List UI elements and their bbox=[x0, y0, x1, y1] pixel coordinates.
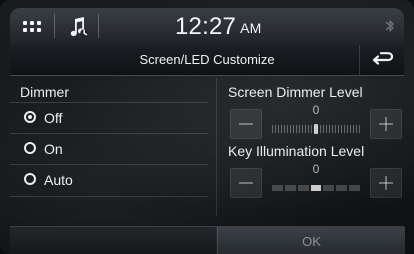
dimmer-option-off[interactable]: Off bbox=[10, 102, 208, 134]
dimmer-option-on[interactable]: On bbox=[10, 133, 208, 165]
ok-button-label: OK bbox=[302, 233, 321, 249]
bottom-bar: OK bbox=[10, 226, 405, 254]
bluetooth-icon bbox=[384, 18, 396, 34]
radio-button[interactable] bbox=[24, 111, 36, 123]
radio-button[interactable] bbox=[24, 173, 36, 185]
topbar-divider bbox=[98, 14, 99, 38]
clock-time: 12:27 bbox=[175, 13, 237, 40]
ok-button[interactable]: OK bbox=[217, 227, 405, 254]
dimmer-panel: Dimmer Off On Auto bbox=[10, 74, 208, 226]
key-illumination-level-meter bbox=[272, 185, 361, 191]
key-illumination-level-value: 0 bbox=[312, 162, 320, 176]
top-status-bar: 12:27 AM bbox=[10, 8, 404, 44]
key-illumination-decrease-button[interactable] bbox=[230, 168, 262, 198]
apps-icon[interactable] bbox=[22, 18, 42, 34]
radio-button[interactable] bbox=[24, 142, 36, 154]
dimmer-label: Dimmer bbox=[20, 84, 69, 100]
dimmer-option-label: Auto bbox=[44, 172, 73, 188]
music-note-icon[interactable] bbox=[66, 15, 90, 39]
bottom-bar-spacer bbox=[10, 227, 216, 254]
screen-dimmer-increase-button[interactable] bbox=[370, 109, 402, 139]
key-illumination-level-label: Key Illumination Level bbox=[228, 143, 365, 159]
meter-segment bbox=[323, 185, 335, 191]
clock-ampm: AM bbox=[240, 20, 262, 36]
key-illumination-increase-button[interactable] bbox=[370, 168, 402, 198]
meter-segment bbox=[297, 185, 309, 191]
back-button[interactable] bbox=[359, 45, 404, 75]
page-title: Screen/LED Customize bbox=[139, 52, 275, 67]
panel-divider bbox=[216, 78, 217, 216]
back-arrow-icon bbox=[372, 52, 394, 65]
dimmer-option-label: Off bbox=[44, 110, 63, 126]
levels-panel: Screen Dimmer Level 0 Key Illumination L… bbox=[218, 74, 404, 226]
screen-dimmer-level-control: 0 bbox=[228, 103, 404, 139]
screen-dimmer-level-value: 0 bbox=[312, 103, 320, 117]
screen-dimmer-slider[interactable] bbox=[272, 124, 360, 134]
dimmer-option-auto[interactable]: Auto bbox=[10, 164, 208, 197]
slider-thumb[interactable] bbox=[314, 124, 318, 134]
topbar-divider bbox=[54, 14, 55, 38]
dimmer-option-label: On bbox=[44, 141, 63, 157]
screen: 12:27 AM Screen/LED Customize Dimmer Off … bbox=[0, 0, 414, 254]
key-illumination-level-control: 0 bbox=[228, 162, 404, 198]
meter-segment bbox=[284, 185, 296, 191]
screen-dimmer-decrease-button[interactable] bbox=[230, 109, 262, 139]
meter-segment bbox=[310, 185, 322, 191]
clock: 12:27 AM bbox=[175, 14, 261, 40]
meter-segment bbox=[349, 185, 361, 191]
meter-segment bbox=[272, 185, 283, 191]
title-bar: Screen/LED Customize bbox=[10, 44, 404, 76]
screen-dimmer-level-label: Screen Dimmer Level bbox=[228, 84, 363, 100]
meter-segment bbox=[336, 185, 348, 191]
